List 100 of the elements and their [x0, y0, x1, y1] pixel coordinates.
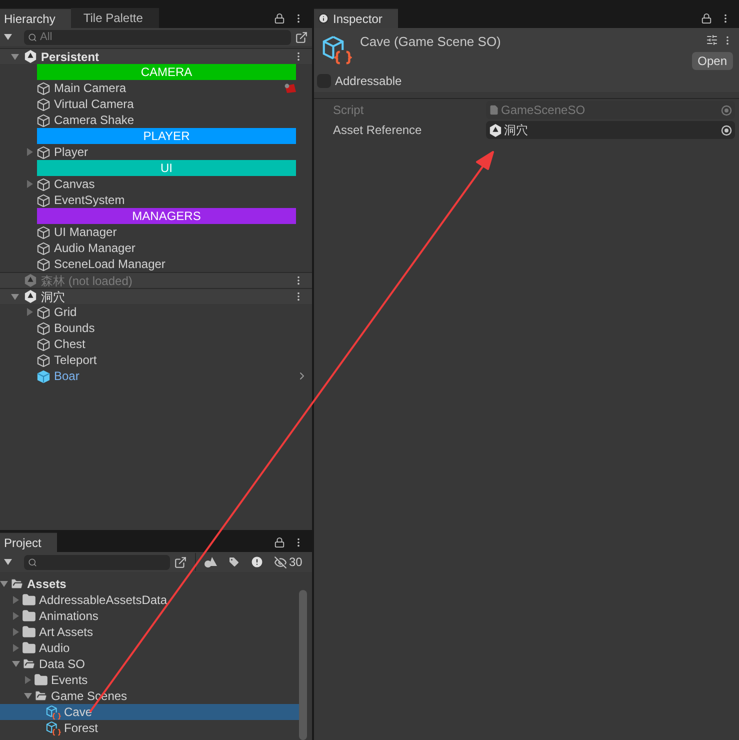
shapes-icon[interactable] [204, 556, 218, 568]
tag-icon[interactable] [228, 556, 240, 568]
expanded-arrow-icon[interactable] [24, 692, 32, 700]
scriptable-object-icon [46, 704, 61, 720]
object-name: Main Camera [54, 80, 126, 97]
object-title: Cave (Game Scene SO) [360, 33, 501, 51]
warning-icon[interactable] [250, 555, 264, 569]
scriptable-object-icon [322, 35, 352, 65]
item-name: Animations [39, 608, 98, 625]
expanded-arrow-icon[interactable] [0, 580, 8, 588]
scene-name: 洞穴 [41, 288, 65, 306]
cube-icon [37, 306, 50, 318]
hierarchy-item[interactable]: Teleport [0, 352, 312, 368]
hierarchy-item[interactable]: Virtual Camera [0, 96, 312, 112]
unity-scene-icon [24, 290, 37, 303]
item-name: Audio [39, 640, 70, 657]
object-name: Camera Shake [54, 112, 134, 129]
dropdown-caret-icon[interactable] [4, 34, 12, 40]
hidden-eye-icon[interactable] [274, 556, 287, 568]
open-folder-icon [10, 577, 24, 591]
hierarchy-item[interactable]: Chest [0, 336, 312, 352]
checkbox-label: Addressable [335, 73, 402, 90]
cube-icon [37, 194, 50, 206]
unity-scene-icon [24, 50, 37, 63]
field-value: GameSceneSO [501, 102, 586, 119]
hierarchy-item[interactable]: Canvas [0, 176, 312, 192]
expanded-arrow-icon[interactable] [11, 292, 19, 300]
cube-icon [37, 114, 50, 126]
project-item[interactable]: Forest [0, 720, 299, 736]
hierarchy-item[interactable]: Grid [0, 304, 312, 320]
lock-icon[interactable] [274, 12, 285, 24]
object-name: Grid [54, 304, 77, 321]
cube-icon [37, 258, 50, 270]
scrollbar[interactable] [299, 590, 307, 740]
search-field[interactable]: All [24, 30, 291, 44]
panel-tab[interactable]: Inspector [314, 8, 398, 28]
search-field[interactable] [24, 554, 170, 570]
dropdown-caret-icon[interactable] [4, 559, 12, 565]
cube-icon [37, 226, 50, 238]
scene-name: 森林 (not loaded) [41, 272, 132, 290]
project-item[interactable]: Events [0, 672, 299, 688]
object-field[interactable]: 洞穴 [486, 121, 735, 139]
open-folder-icon [22, 657, 36, 671]
panel-tab[interactable]: Tile Palette [71, 8, 159, 28]
folder-icon [22, 609, 36, 623]
cube-icon [37, 242, 50, 254]
object-name: Boar [54, 368, 80, 385]
project-item[interactable]: Cave [0, 704, 299, 720]
item-name: Assets [27, 576, 66, 593]
object-picker-icon[interactable] [721, 124, 732, 136]
panel-tab[interactable]: Hierarchy [0, 8, 72, 28]
section-header-bar: MANAGERS [37, 208, 296, 224]
expanded-arrow-icon[interactable] [12, 660, 20, 668]
item-name: Events [51, 672, 88, 689]
open-folder-icon [34, 689, 48, 703]
object-name: Chest [54, 336, 86, 353]
project-item[interactable]: Audio [0, 640, 299, 656]
open-button[interactable]: Open [692, 52, 733, 70]
folder-icon [22, 641, 36, 655]
hierarchy-item[interactable]: Bounds [0, 320, 312, 336]
hierarchy-item[interactable]: Main Camera [0, 80, 312, 96]
folder-icon [22, 593, 36, 607]
info-icon [318, 13, 329, 24]
lock-icon[interactable] [701, 12, 712, 24]
item-name: Data SO [39, 656, 86, 673]
hierarchy-item[interactable]: UI Manager [0, 224, 312, 240]
object-name: Teleport [54, 352, 97, 369]
object-name: Bounds [54, 320, 95, 337]
popout-icon[interactable] [174, 556, 187, 568]
lock-icon[interactable] [274, 536, 285, 548]
popout-icon[interactable] [295, 30, 308, 44]
scene-row[interactable]: 洞穴 [0, 288, 312, 304]
hierarchy-item[interactable]: EventSystem [0, 192, 312, 208]
project-item[interactable]: Data SO [0, 656, 299, 672]
project-item[interactable]: AddressableAssetsData [0, 592, 299, 608]
hidden-count: 30 [289, 554, 302, 571]
expanded-arrow-icon[interactable] [11, 52, 19, 60]
panel-tab[interactable]: Project [0, 532, 58, 552]
section-header-bar: PLAYER [37, 128, 296, 144]
cube-icon [37, 146, 50, 158]
project-item[interactable]: Animations [0, 608, 299, 624]
hierarchy-item[interactable]: Audio Manager [0, 240, 312, 256]
hierarchy-item[interactable]: SceneLoad Manager [0, 256, 312, 272]
object-name: SceneLoad Manager [54, 256, 166, 273]
search-icon [28, 32, 37, 42]
folder-icon [22, 625, 36, 639]
presets-icon[interactable] [706, 34, 718, 46]
object-name: UI Manager [54, 224, 117, 241]
hierarchy-item[interactable]: Camera Shake [0, 112, 312, 128]
project-item[interactable]: Assets [0, 576, 299, 592]
hierarchy-item[interactable]: Boar [0, 368, 312, 384]
hierarchy-item[interactable]: Player [0, 144, 312, 160]
scene-row[interactable]: Persistent [0, 48, 312, 64]
project-item[interactable]: Art Assets [0, 624, 299, 640]
unity-scene-icon [24, 274, 37, 287]
cube-icon [37, 354, 50, 366]
object-name: Audio Manager [54, 240, 136, 257]
cube-icon [37, 178, 50, 190]
item-name: AddressableAssetsData [39, 592, 168, 609]
section-header-bar: CAMERA [37, 64, 296, 80]
